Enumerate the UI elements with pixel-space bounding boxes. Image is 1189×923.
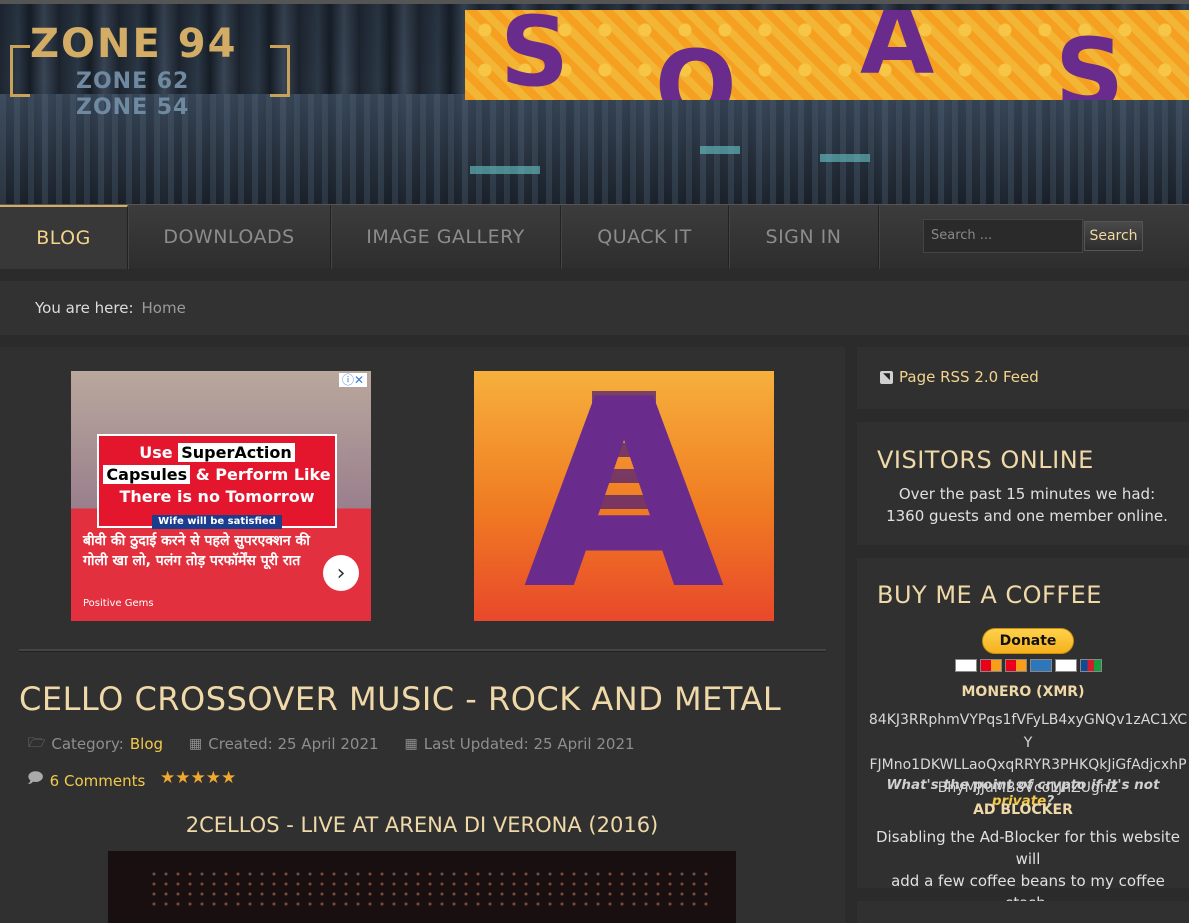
coffee-title: BUY ME A COFFEE: [877, 581, 1102, 609]
category-link[interactable]: Blog: [130, 735, 163, 753]
skyline-glow: [820, 154, 870, 162]
visitors-line-1: Over the past 15 minutes we had:: [898, 485, 1156, 503]
ad-banner-text: Use SuperAction Capsules & Perform Like …: [97, 434, 337, 529]
banner-letter: S: [500, 10, 570, 100]
category-label: Category:: [51, 735, 124, 753]
ad-big-letter: A: [523, 371, 725, 621]
breadcrumb-home-link[interactable]: Home: [142, 299, 186, 317]
chevron-right-icon[interactable]: ›: [323, 555, 359, 591]
skyline-glow: [700, 146, 740, 154]
ad-headline-mid: & Perform Like: [195, 465, 331, 484]
soas-banner-ad[interactable]: S O A S: [465, 10, 1189, 100]
ad-tagline: Wife will be satisfied: [152, 515, 282, 529]
ad-headline-highlight: Capsules: [103, 465, 191, 484]
nav-item-blog[interactable]: BLOG: [0, 205, 128, 269]
nav-item-image-gallery[interactable]: IMAGE GALLERY: [331, 205, 561, 269]
banner-letter: A: [860, 10, 935, 96]
payment-cards: [955, 659, 1102, 672]
calendar-icon: ▦: [404, 736, 418, 752]
ad-headline-end: There is no Tomorrow: [119, 487, 315, 506]
jcb-icon: [1080, 659, 1102, 672]
comments-link-wrap[interactable]: 🗩 6 Comments: [27, 768, 145, 793]
monero-heading: MONERO (XMR): [961, 684, 1085, 700]
skyline-glow: [470, 166, 540, 174]
header-top-line: [0, 0, 1189, 4]
logo-bracket-left: [10, 45, 30, 97]
crypto-note-text: What's the point of crypto if it's not: [886, 777, 1160, 793]
article-meta: 🗁 Category: Blog ▦ Created: 25 April 202…: [28, 733, 635, 755]
folder-icon: 🗁: [28, 735, 46, 751]
meta-category: 🗁 Category: Blog: [28, 732, 163, 756]
nav-item-quack-it[interactable]: QUACK IT: [561, 205, 729, 269]
meta-updated: ▦ Last Updated: 25 April 2021: [405, 735, 635, 753]
visitors-line-2: 1360 guests and one member online.: [886, 507, 1168, 525]
ad-headline-pre: Use: [139, 443, 173, 462]
rss-feed-link[interactable]: ◥ Page RSS 2.0 Feed: [880, 368, 1039, 386]
discover-icon: [1055, 659, 1077, 672]
xmr-line: FJMno1DKWLLaoQxqRRYR3PHKQkJiGfAdjcxhP: [869, 757, 1187, 773]
calendar-icon: ▦: [189, 736, 203, 752]
advertisement-left[interactable]: ⓘ✕ Use SuperAction Capsules & Perform Li…: [71, 371, 371, 621]
banner-letter: S: [1055, 18, 1125, 100]
article-title[interactable]: CELLO CROSSOVER MUSIC - ROCK AND METAL: [19, 680, 819, 718]
video-thumbnail: [148, 869, 708, 909]
nav-item-sign-in[interactable]: SIGN IN: [729, 205, 879, 269]
ad-hindi-text: बीवी की ठुदाई करने से पहले सुपरएक्शन की …: [83, 533, 310, 569]
comments-link[interactable]: 6 Comments: [50, 772, 146, 790]
logo-line-1: ZONE 94: [30, 21, 238, 67]
ad-headline-highlight: SuperAction: [178, 443, 295, 462]
meta-created: ▦ Created: 25 April 2021: [189, 735, 379, 753]
donate-button[interactable]: Donate: [982, 628, 1074, 654]
breadcrumb-label: You are here:: [35, 299, 134, 317]
next-module: [857, 901, 1189, 923]
video-title: 2CELLOS - LIVE AT ARENA DI VERONA (2016): [185, 813, 659, 837]
logo-line-3: ZONE 54: [76, 95, 190, 120]
adchoices-icon[interactable]: ⓘ✕: [338, 373, 367, 387]
mastercard-icon: [980, 659, 1002, 672]
search-input[interactable]: Search ...: [923, 219, 1083, 253]
video-player[interactable]: [108, 851, 736, 923]
nav-item-downloads[interactable]: DOWNLOADS: [128, 205, 331, 269]
site-logo[interactable]: ZONE 94 ZONE 62 ZONE 54: [10, 21, 290, 120]
content-divider: [19, 649, 826, 651]
banner-letter: O: [655, 30, 737, 100]
comment-icon: 🗩: [27, 769, 44, 787]
visitors-title: VISITORS ONLINE: [877, 446, 1094, 474]
ad-brand: Positive Gems: [83, 598, 154, 609]
visitors-text: Over the past 15 minutes we had: 1360 gu…: [867, 483, 1187, 527]
visa-icon: [955, 659, 977, 672]
maestro-icon: [1005, 659, 1027, 672]
logo-bracket-right: [270, 45, 290, 97]
rating-stars[interactable]: ★★★★★: [160, 768, 236, 788]
rss-feed-label: Page RSS 2.0 Feed: [899, 368, 1039, 386]
updated-date: Last Updated: 25 April 2021: [423, 735, 635, 753]
logo-line-2: ZONE 62: [76, 69, 190, 94]
created-date: Created: 25 April 2021: [208, 735, 379, 753]
adblock-heading: AD BLOCKER: [973, 802, 1073, 818]
breadcrumb: You are here: Home: [0, 281, 1189, 335]
rss-icon: ◥: [880, 370, 893, 384]
site-header: ZONE 94 ZONE 62 ZONE 54 S O A S: [0, 0, 1189, 204]
search-button[interactable]: Search: [1084, 221, 1143, 251]
advertisement-right[interactable]: A: [474, 371, 774, 621]
adblock-line-1: Disabling the Ad-Blocker for this websit…: [876, 828, 1180, 868]
amex-icon: [1030, 659, 1052, 672]
xmr-line: 84KJ3RRphmVYPqs1fVFyLB4xyGNQv1zAC1XCY: [868, 712, 1188, 751]
